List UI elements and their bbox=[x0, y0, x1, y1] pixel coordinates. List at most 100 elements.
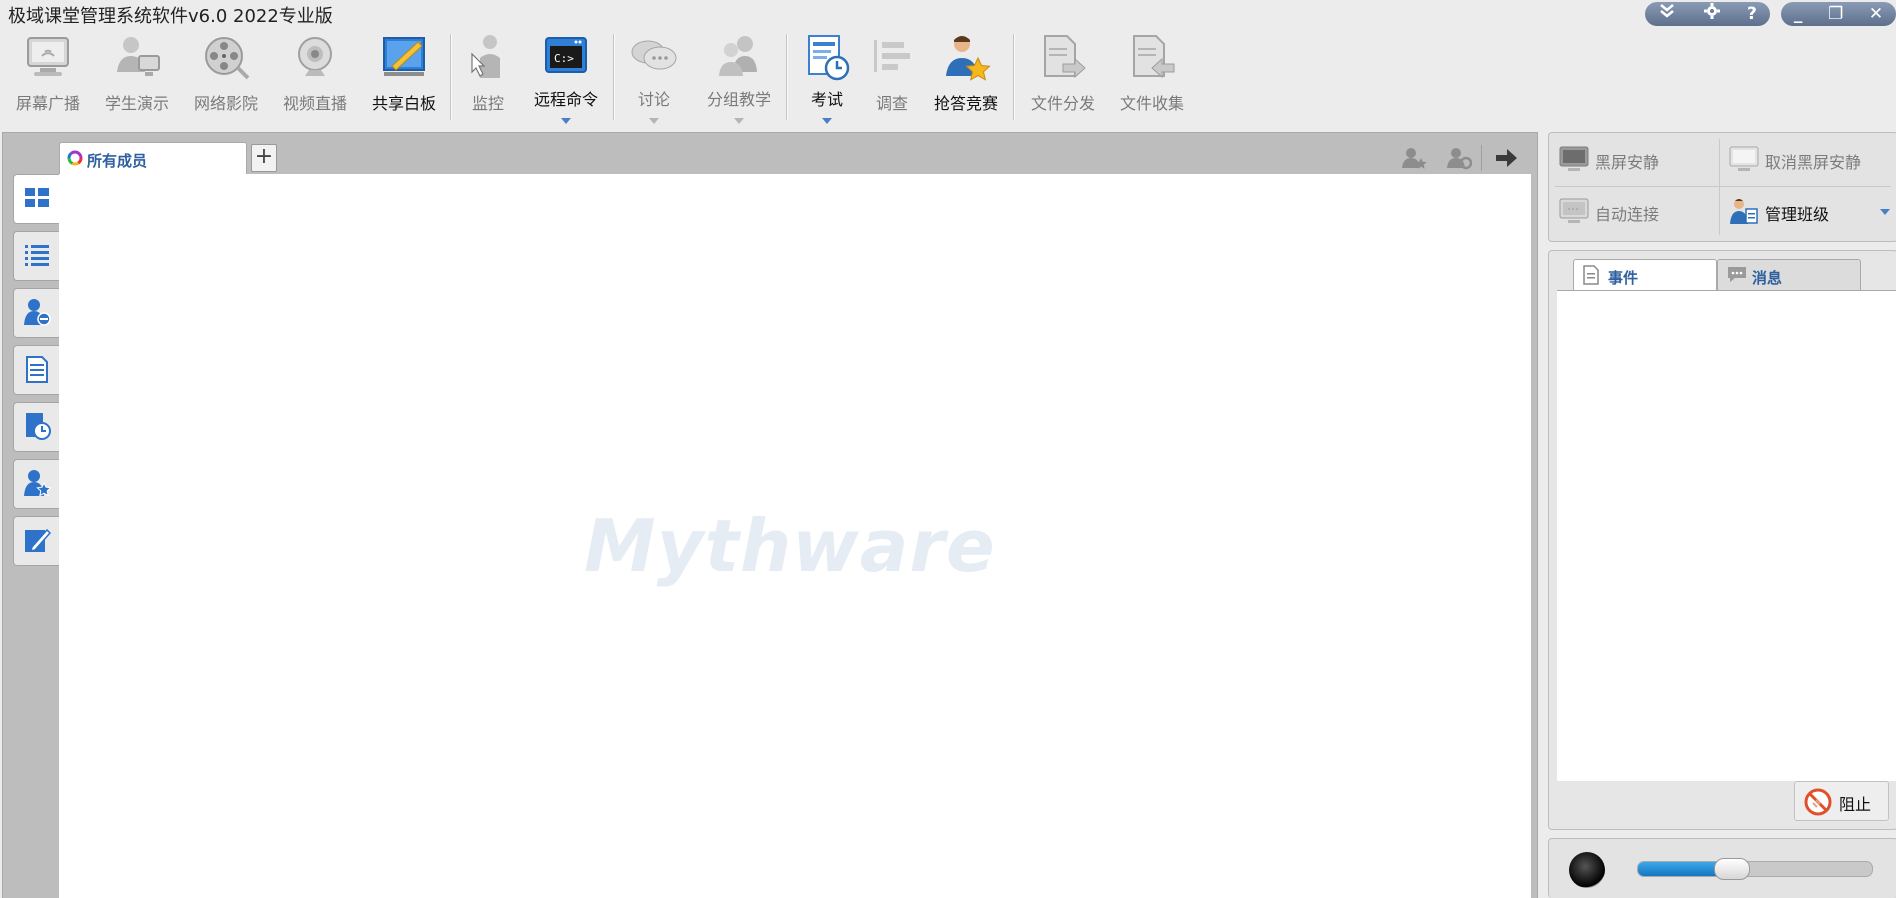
grid-icon bbox=[25, 188, 49, 207]
divider bbox=[1555, 186, 1891, 187]
remove-user-button[interactable] bbox=[13, 288, 60, 338]
file-distribute-button[interactable]: 文件分发 bbox=[1019, 28, 1107, 128]
toolbar-label: 考试 bbox=[810, 90, 843, 109]
dropdown-arrow-icon[interactable] bbox=[734, 118, 744, 124]
monitor-button[interactable]: 监控 bbox=[455, 28, 521, 128]
screen-broadcast-button[interactable]: 屏幕广播 bbox=[6, 28, 90, 128]
toolbar-label: 学生演示 bbox=[104, 94, 169, 113]
dropdown-arrow-icon[interactable] bbox=[649, 118, 659, 124]
view-sidebar bbox=[9, 174, 60, 898]
button-label: 黑屏安静 bbox=[1595, 153, 1660, 172]
document-clock-icon bbox=[26, 413, 51, 440]
list-icon bbox=[25, 245, 49, 266]
file-collect-icon bbox=[1133, 35, 1175, 79]
block-button[interactable]: 阻止 bbox=[1794, 781, 1889, 821]
settings-gear-icon[interactable] bbox=[1703, 2, 1721, 26]
tab-all-members[interactable]: 所有成员 bbox=[59, 142, 247, 175]
student-thumbnail-canvas[interactable]: Mythware bbox=[59, 174, 1531, 898]
toolbar-separator bbox=[786, 34, 788, 120]
toolbar-label: 文件收集 bbox=[1119, 94, 1184, 113]
volume-slider[interactable] bbox=[1637, 861, 1873, 877]
dropdown-arrow-icon[interactable] bbox=[561, 118, 571, 124]
command-prompt-icon: C:> bbox=[545, 37, 587, 73]
remote-command-button[interactable]: C:> 远程命令 bbox=[526, 28, 606, 128]
toolbar-label: 抢答竞赛 bbox=[933, 94, 998, 113]
title-bar: 极域课堂管理系统软件v6.0 2022专业版 ? _ ❐ ✕ bbox=[0, 0, 1896, 28]
header-divider bbox=[1481, 145, 1482, 171]
event-list[interactable] bbox=[1557, 290, 1896, 781]
survey-button[interactable]: 调查 bbox=[862, 28, 922, 128]
toolbar-separator bbox=[1013, 34, 1015, 120]
tab-label: 所有成员 bbox=[87, 152, 148, 170]
document-icon bbox=[1583, 265, 1599, 285]
toolbar-label: 网络影院 bbox=[193, 94, 258, 113]
mythware-watermark: Mythware bbox=[584, 504, 996, 588]
collapse-icon[interactable] bbox=[1658, 2, 1676, 26]
group-teaching-button[interactable]: 分组教学 bbox=[697, 28, 781, 128]
minimize-icon[interactable]: _ bbox=[1794, 3, 1803, 25]
tab-messages[interactable]: 消息 bbox=[1717, 259, 1861, 290]
student-monitor-icon bbox=[117, 37, 160, 76]
button-label: 管理班级 bbox=[1765, 205, 1830, 224]
volume-panel bbox=[1548, 838, 1896, 898]
document-view-button[interactable] bbox=[13, 345, 60, 395]
auto-connect-button[interactable]: 自动连接 bbox=[1549, 189, 1717, 233]
monitor-broadcast-icon bbox=[27, 37, 69, 76]
volume-slider-handle[interactable] bbox=[1713, 858, 1750, 880]
exam-button[interactable]: 考试 bbox=[792, 28, 862, 128]
film-reel-icon bbox=[205, 37, 250, 80]
list-view-button[interactable] bbox=[13, 231, 60, 281]
file-collect-button[interactable]: 文件收集 bbox=[1108, 28, 1196, 128]
chat-bubbles-icon bbox=[631, 40, 677, 70]
black-screen-button[interactable]: 黑屏安静 bbox=[1549, 137, 1717, 181]
video-live-button[interactable]: 视频直播 bbox=[273, 28, 357, 128]
exam-view-button[interactable] bbox=[13, 402, 60, 452]
monitor-connect-icon bbox=[1559, 198, 1589, 223]
main-toolbar: 屏幕广播 学生演示 网络影院 视频直播 共享白板 监控 C:> 远程命令 讨论 … bbox=[0, 28, 1896, 130]
network-theater-button[interactable]: 网络影院 bbox=[184, 28, 268, 128]
add-tab-button[interactable]: + bbox=[251, 144, 277, 172]
window-title: 极域课堂管理系统软件v6.0 2022专业版 bbox=[8, 6, 333, 27]
prohibited-icon bbox=[1804, 788, 1832, 816]
svg-text:C:>: C:> bbox=[554, 52, 574, 65]
toolbar-separator bbox=[613, 34, 615, 120]
webcam-icon bbox=[298, 37, 332, 76]
user-star-icon bbox=[946, 36, 991, 81]
annotate-button[interactable] bbox=[13, 516, 60, 566]
discussion-button[interactable]: 讨论 bbox=[618, 28, 690, 128]
thumbnail-view-button[interactable] bbox=[13, 174, 60, 224]
camera-icon[interactable] bbox=[1569, 852, 1605, 888]
file-send-icon bbox=[1044, 35, 1086, 79]
dropdown-arrow-icon[interactable] bbox=[822, 118, 832, 124]
arrow-right-icon[interactable] bbox=[1493, 146, 1519, 170]
dropdown-arrow-icon[interactable] bbox=[1880, 209, 1890, 215]
tab-label: 消息 bbox=[1752, 269, 1783, 287]
button-label: 阻止 bbox=[1839, 795, 1872, 814]
shared-whiteboard-button[interactable]: 共享白板 bbox=[362, 28, 446, 128]
student-area: 所有成员 + Mythware bbox=[2, 132, 1538, 898]
toolbar-label: 调查 bbox=[875, 94, 908, 113]
user-star-icon bbox=[24, 470, 52, 497]
window-controls: _ ❐ ✕ bbox=[1781, 2, 1896, 26]
student-demo-button[interactable]: 学生演示 bbox=[95, 28, 179, 128]
monitor-icon bbox=[1729, 146, 1759, 171]
quick-actions: 黑屏安静 取消黑屏安静 自动连接 管理班级 bbox=[1548, 132, 1896, 242]
whiteboard-pen-icon bbox=[383, 37, 425, 76]
manage-class-button[interactable]: 管理班级 bbox=[1719, 189, 1895, 233]
chat-icon bbox=[1728, 267, 1746, 282]
cancel-black-screen-button[interactable]: 取消黑屏安静 bbox=[1719, 137, 1895, 181]
tab-events[interactable]: 事件 bbox=[1573, 259, 1717, 290]
toolbar-separator bbox=[450, 34, 452, 120]
user-settings-icon[interactable] bbox=[1446, 146, 1472, 170]
button-label: 取消黑屏安静 bbox=[1765, 153, 1862, 172]
user-star-icon[interactable] bbox=[1401, 146, 1427, 170]
contest-view-button[interactable] bbox=[13, 459, 60, 509]
survey-list-icon bbox=[874, 40, 910, 72]
close-icon[interactable]: ✕ bbox=[1869, 3, 1883, 25]
restore-icon[interactable]: ❐ bbox=[1828, 3, 1843, 25]
toolbar-label: 文件分发 bbox=[1030, 94, 1095, 113]
toolbar-label: 远程命令 bbox=[533, 90, 598, 109]
quiz-contest-button[interactable]: 抢答竞赛 bbox=[924, 28, 1008, 128]
help-icon[interactable]: ? bbox=[1747, 3, 1757, 25]
tab-label: 事件 bbox=[1608, 269, 1639, 287]
